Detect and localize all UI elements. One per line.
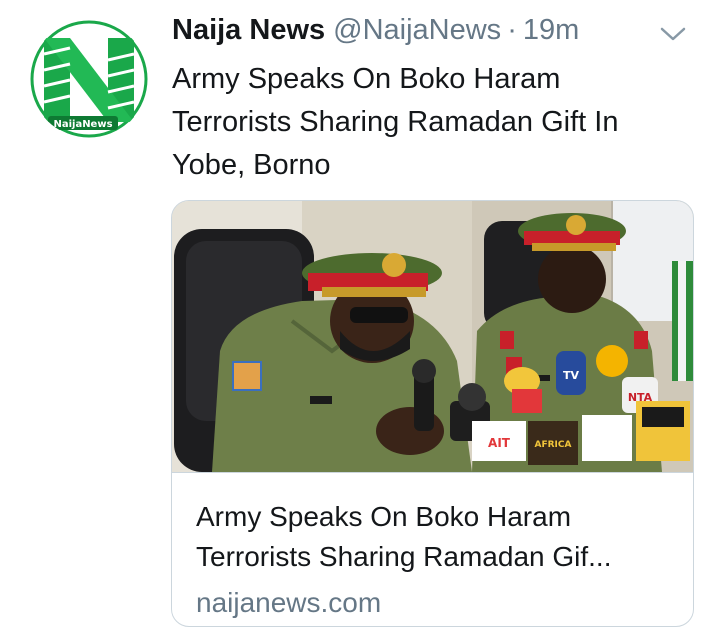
mic-label: AFRICA [535,440,572,450]
logo-lettering: NaijaNews [53,119,112,130]
tweet-text: Army Speaks On Boko Haram Terrorists Sha… [172,58,692,187]
mic-label: TV [563,369,580,382]
card-image[interactable]: TV NTA AIT AFRICA [172,201,693,473]
user-handle[interactable]: @NaijaNews [333,14,501,47]
mic-label: AIT [488,436,511,450]
link-card[interactable]: TV NTA AIT AFRICA Army Speaks On Boko Ha… [171,200,694,627]
press-conference-photo-icon: TV NTA AIT AFRICA [172,201,693,472]
card-title-line: Terrorists Sharing Ramadan Gif... [196,541,612,572]
card-title: Army Speaks On Boko Haram Terrorists Sha… [196,497,676,577]
chevron-down-icon [660,27,686,41]
timestamp[interactable]: 19m [523,14,579,47]
separator-dot: · [507,14,517,46]
tweet-text-line: Terrorists Sharing Ramadan Gift In [172,106,619,138]
avatar[interactable]: NaijaNews [30,20,148,138]
card-domain: naijanews.com [196,587,382,618]
tweet-text-line: Army Speaks On Boko Haram [172,63,561,95]
tweet[interactable]: NaijaNews Naija News @NaijaNews · 19m Ar… [0,0,720,629]
more-options-button[interactable] [659,24,687,44]
tweet-header: Naija News @NaijaNews · 19m [172,14,579,54]
naija-news-logo-icon: NaijaNews [30,20,148,138]
tweet-text-line: Yobe, Borno [172,149,331,181]
display-name[interactable]: Naija News [172,14,325,47]
card-title-line: Army Speaks On Boko Haram [196,501,572,532]
